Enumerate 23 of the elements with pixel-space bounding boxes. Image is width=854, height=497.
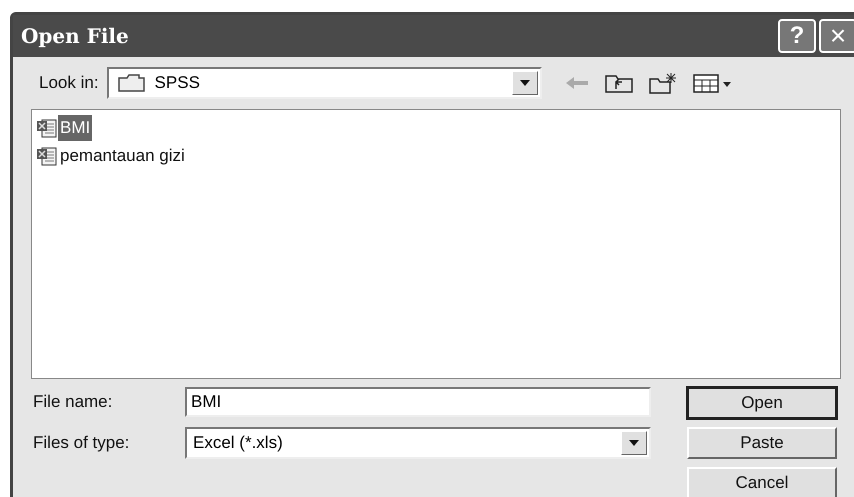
look-in-value: SPSS (154, 72, 201, 94)
look-in-label: Look in: (39, 72, 99, 94)
file-type-dropdown[interactable]: Excel (*.xls) (185, 427, 651, 459)
file-name: BMI (58, 115, 92, 141)
spreadsheet-icon (36, 118, 58, 138)
dialog-button[interactable]: Cancel (687, 467, 837, 497)
spreadsheet-icon (36, 146, 58, 166)
dialog-button[interactable]: Paste (687, 427, 837, 459)
new-folder-icon[interactable] (648, 70, 678, 95)
file-name-label: File name: (33, 391, 114, 414)
folder-icon (116, 72, 147, 93)
file-name-field[interactable]: BMI (185, 387, 651, 417)
help-button[interactable]: ? (778, 18, 816, 53)
file-item[interactable]: BMI (36, 114, 92, 142)
file-type-value: Excel (*.xls) (193, 432, 284, 454)
close-button[interactable]: × (819, 18, 854, 53)
file-item[interactable]: pemantauan gizi (36, 142, 187, 170)
dialog-button[interactable]: Open (687, 387, 837, 419)
view-menu-icon[interactable] (692, 72, 732, 94)
look-in-dropdown[interactable]: SPSS (106, 66, 542, 99)
file-name: pemantauan gizi (59, 145, 186, 168)
file-type-label: Files of type: (33, 432, 130, 454)
window-title: Open File (21, 22, 129, 50)
